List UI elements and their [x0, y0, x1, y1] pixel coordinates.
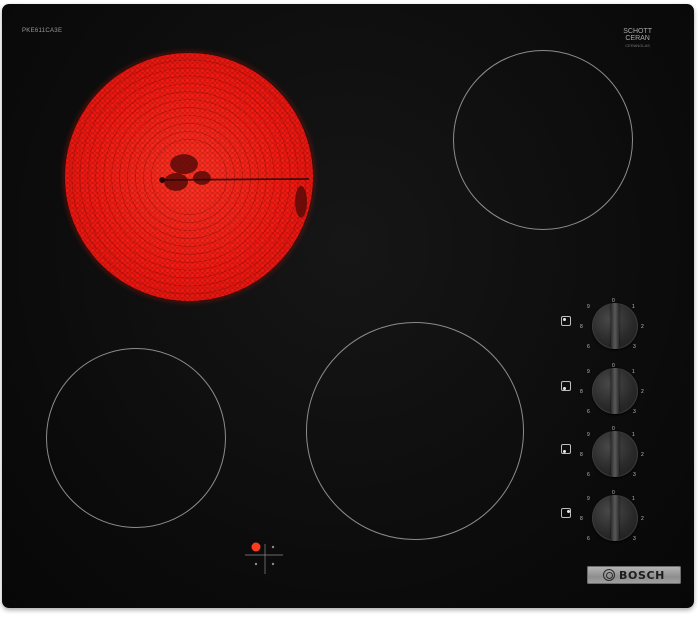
knob-scale-mark: 0 [612, 363, 615, 369]
control-knob-row-3: 0 1 2 3 6 8 9 [557, 426, 647, 482]
knob-scale-mark: 2 [641, 324, 644, 330]
knob-scale-mark: 1 [632, 496, 635, 502]
knob-scale-mark: 6 [587, 409, 590, 415]
schott-ceran-mark: SCHOTT CERAN CERANGLAS [623, 28, 652, 49]
knob-scale-mark: 8 [580, 324, 583, 330]
knob-scale-mark: 0 [612, 298, 615, 304]
ceramic-hob: PKE611CA3E SCHOTT CERAN CERANGLAS 0 1 2 … [2, 4, 694, 608]
knob-scale-mark: 2 [641, 452, 644, 458]
cooking-zone-back-left[interactable] [64, 52, 314, 302]
knob-scale-mark: 3 [633, 409, 636, 415]
certification-sublabel: CERANGLAS [625, 43, 650, 48]
knob-scale-mark: 9 [587, 432, 590, 438]
knob-scale-mark: 3 [633, 536, 636, 542]
knob-scale-mark: 8 [580, 516, 583, 522]
knob-scale-mark: 1 [632, 432, 635, 438]
bosch-armature-logo-icon [603, 569, 616, 581]
knob-grip [611, 431, 619, 477]
brand-plate: BOSCH [587, 566, 681, 584]
knob-scale-mark: 1 [632, 304, 635, 310]
knob-scale-mark: 2 [641, 389, 644, 395]
control-knob-row-1: 0 1 2 3 6 8 9 [557, 298, 647, 354]
knob-scale-mark: 6 [587, 344, 590, 350]
zone-position-icon [561, 508, 571, 518]
knob-scale-mark: 3 [633, 472, 636, 478]
cooking-zone-front-left[interactable] [46, 348, 226, 528]
cooking-zone-front-center[interactable] [306, 322, 524, 540]
certification-label: SCHOTT CERAN [623, 28, 652, 42]
zone-position-icon [561, 444, 571, 454]
knob-grip [611, 495, 619, 541]
knob-scale-mark: 1 [632, 369, 635, 375]
control-knob-row-4: 0 1 2 3 6 8 9 [557, 490, 647, 546]
knob-scale-mark: 2 [641, 516, 644, 522]
brand-name: BOSCH [619, 568, 665, 582]
knob-grip [611, 303, 619, 349]
knob-scale-mark: 9 [587, 304, 590, 310]
knob-scale-mark: 8 [580, 452, 583, 458]
knob-scale-mark: 6 [587, 536, 590, 542]
knob-scale-mark: 3 [633, 344, 636, 350]
model-print: PKE611CA3E [22, 28, 63, 34]
knob-grip [611, 368, 619, 414]
heating-coil-icon [71, 59, 310, 295]
zone-position-icon [561, 316, 571, 326]
knob-scale-mark: 0 [612, 490, 615, 496]
residual-heat-indicator-icon [245, 542, 283, 574]
knob-scale-mark: 0 [612, 426, 615, 432]
knob-scale-mark: 9 [587, 496, 590, 502]
knob-scale-mark: 9 [587, 369, 590, 375]
cooking-zone-back-right[interactable] [453, 50, 633, 230]
knob-scale-mark: 8 [580, 389, 583, 395]
control-knob-row-2: 0 1 2 3 6 8 9 [557, 363, 647, 419]
zone-position-icon [561, 381, 571, 391]
knob-scale-mark: 6 [587, 472, 590, 478]
